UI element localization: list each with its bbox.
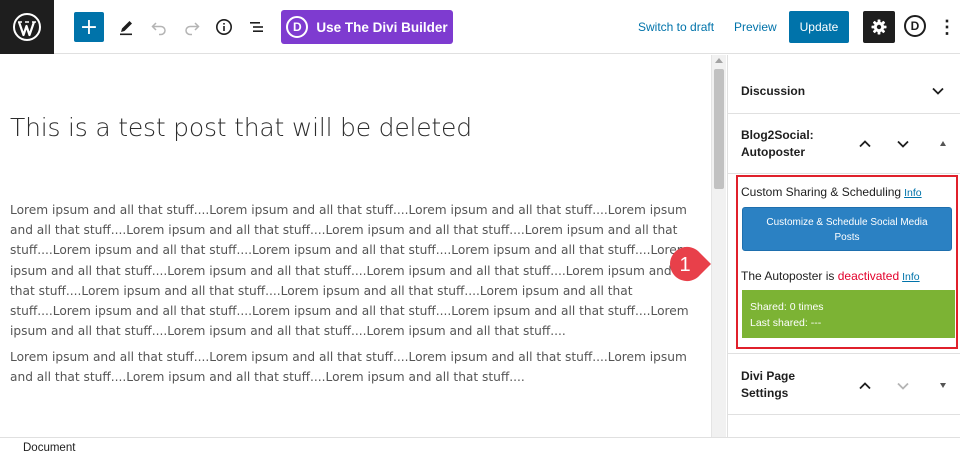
divi-builder-label: Use The Divi Builder	[316, 19, 448, 35]
autoposter-state: deactivated	[837, 269, 900, 283]
cta-label-line: Customize & Schedule Social Media	[766, 217, 928, 228]
blog2social-panel-header[interactable]: Blog2Social: Autoposter	[728, 114, 960, 174]
status-bar: Document	[0, 437, 960, 458]
callout-marker-icon: 1	[669, 246, 711, 282]
scroll-up-arrow-icon[interactable]	[715, 58, 723, 63]
chevron-down-icon[interactable]	[894, 135, 912, 153]
editor-scrollbar[interactable]	[711, 55, 726, 437]
collapse-toggle-icon[interactable]	[940, 141, 946, 146]
blog2social-highlight-box: Custom Sharing & Scheduling Info Customiz…	[736, 175, 958, 349]
more-options-button[interactable]: ⋮	[938, 11, 956, 43]
post-title[interactable]: This is a test post that will be deleted	[10, 113, 472, 142]
gear-icon	[871, 19, 887, 35]
autoposter-label: The Autoposter is	[741, 269, 835, 283]
top-toolbar: + D Use The Divi Builder Switch to draft…	[0, 0, 960, 54]
last-shared: Last shared: ---	[750, 317, 822, 329]
discussion-panel-header[interactable]: Discussion	[728, 55, 960, 114]
chevron-up-icon[interactable]	[856, 377, 874, 395]
redo-icon	[185, 22, 200, 36]
use-divi-builder-button[interactable]: D Use The Divi Builder	[281, 10, 453, 44]
divi-user-button[interactable]: D	[904, 15, 926, 37]
autoposter-status: The Autoposter is deactivated Info	[741, 269, 920, 283]
blog2social-title: Blog2Social: Autoposter	[741, 127, 814, 161]
switch-to-draft-button[interactable]: Switch to draft	[638, 11, 714, 43]
expand-toggle-icon[interactable]	[940, 383, 946, 388]
chevron-down-icon[interactable]	[929, 82, 947, 100]
customize-schedule-button[interactable]: Customize & Schedule Social Media Posts	[742, 207, 952, 251]
divi-settings-title-line: Settings	[741, 386, 789, 400]
divi-settings-title: Divi Page Settings	[741, 368, 795, 402]
chevron-up-icon[interactable]	[856, 135, 874, 153]
paragraph-block[interactable]: Lorem ipsum and all that stuff....Lorem …	[10, 347, 700, 387]
redo-button[interactable]	[178, 11, 206, 43]
divi-logo-icon: D	[286, 16, 309, 38]
cta-label-line: Posts	[834, 232, 860, 243]
callout-number: 1	[679, 254, 690, 276]
custom-sharing-heading: Custom Sharing & Scheduling Info	[741, 185, 922, 199]
preview-button[interactable]: Preview	[734, 11, 777, 43]
update-button[interactable]: Update	[789, 11, 849, 43]
custom-sharing-label: Custom Sharing & Scheduling	[741, 185, 902, 199]
undo-button[interactable]	[145, 11, 173, 43]
block-editor-app: + D Use The Divi Builder Switch to draft…	[0, 0, 960, 458]
editor-canvas[interactable]: This is a test post that will be deleted…	[0, 55, 711, 437]
settings-sidebar: Discussion Blog2Social: Autoposter Custo…	[727, 55, 960, 437]
divi-settings-title-line: Divi Page	[741, 369, 796, 383]
pencil-icon	[120, 21, 132, 36]
add-block-button[interactable]: +	[74, 12, 104, 42]
undo-icon	[151, 22, 166, 36]
document-breadcrumb[interactable]: Document	[23, 442, 75, 454]
blog2social-title-line: Autoposter	[741, 145, 805, 159]
chevron-down-icon[interactable]	[894, 377, 912, 395]
blog2social-title-line: Blog2Social:	[741, 128, 814, 142]
list-view-icon	[250, 22, 263, 32]
custom-sharing-info-link[interactable]: Info	[904, 187, 922, 199]
shared-stats-box: Shared: 0 times Last shared: ---	[742, 290, 955, 338]
info-icon	[216, 19, 232, 35]
divi-page-settings-header[interactable]: Divi Page Settings	[728, 353, 960, 415]
discussion-title: Discussion	[741, 84, 806, 98]
paragraph-block[interactable]: Lorem ipsum and all that stuff....Lorem …	[10, 200, 700, 341]
shared-count: Shared: 0 times	[750, 301, 824, 313]
list-view-button[interactable]	[243, 11, 271, 43]
wordpress-logo-icon[interactable]	[0, 0, 54, 54]
scroll-thumb[interactable]	[714, 69, 724, 189]
details-button[interactable]	[210, 11, 238, 43]
settings-button[interactable]	[863, 11, 895, 43]
autoposter-info-link[interactable]: Info	[902, 271, 920, 283]
tools-pencil-button[interactable]	[112, 11, 140, 43]
plus-icon: +	[79, 14, 99, 40]
